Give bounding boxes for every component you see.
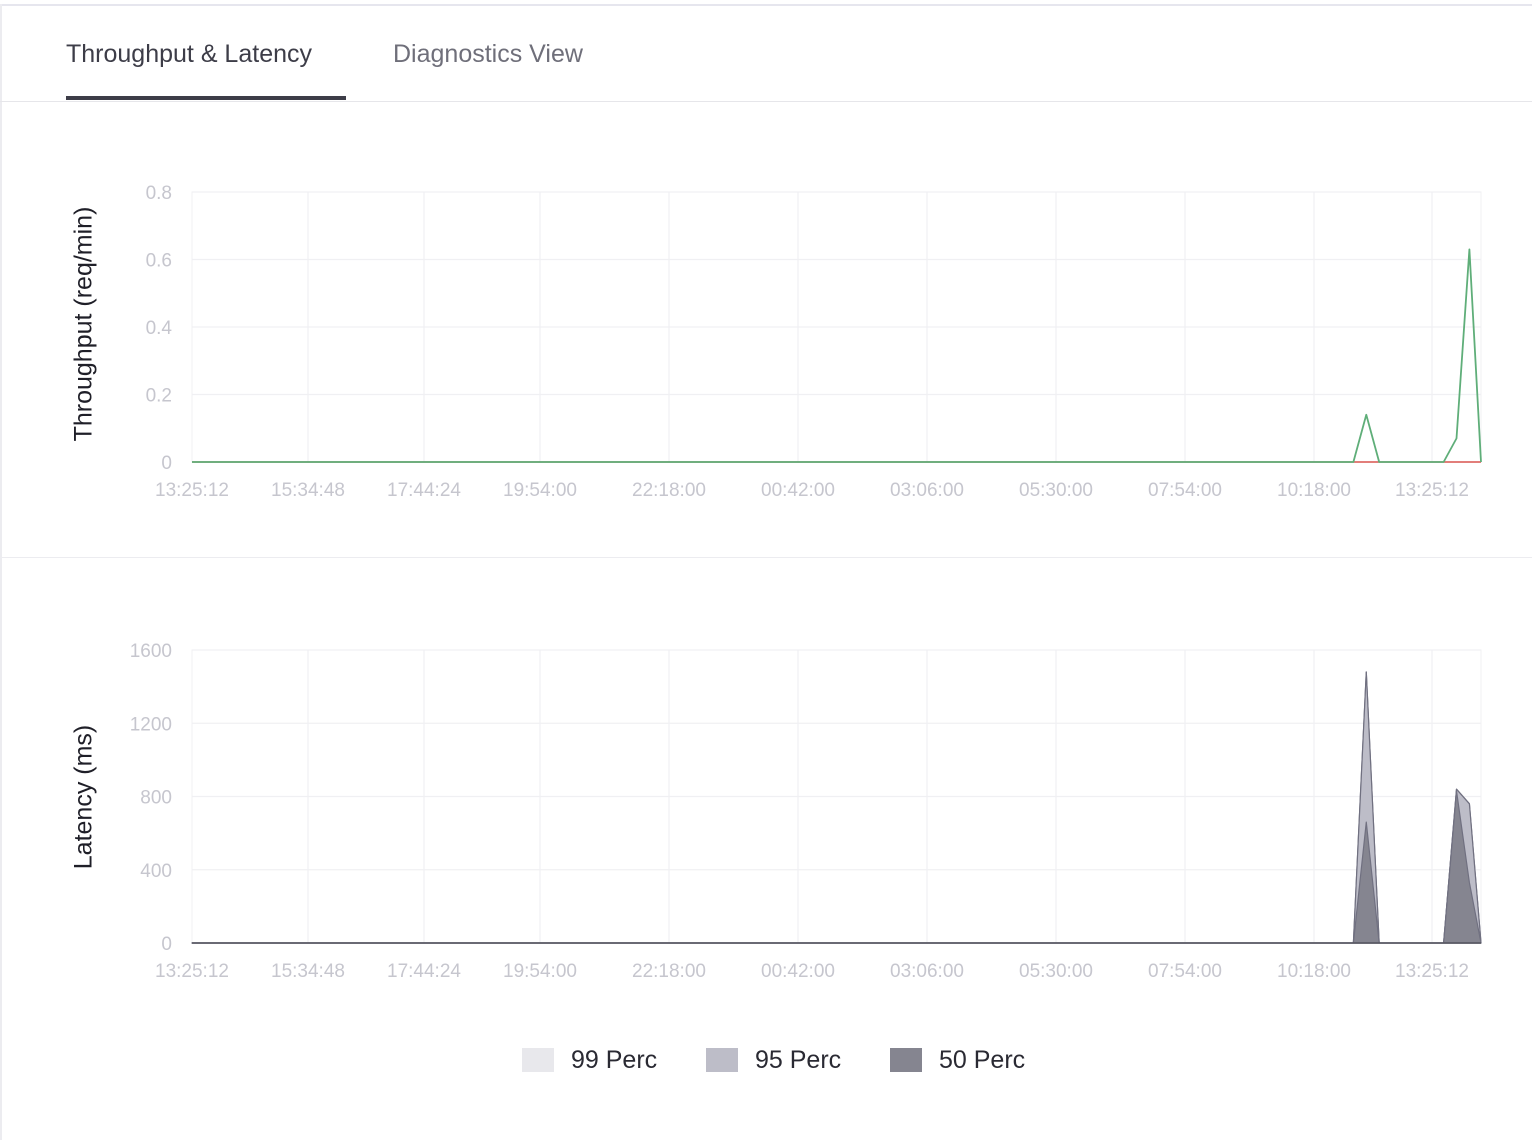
- latency-area-50-perc: [191, 790, 1482, 944]
- latency-chart: 0 400 800 1200 1600 13:25:12 15:34:48 17:44:24 1…: [130, 641, 1482, 982]
- latency-y-tick-label: 400: [140, 861, 172, 882]
- legend-item-95[interactable]: 95 Perc: [706, 1040, 841, 1080]
- latency-y-tick-label: 1200: [130, 714, 172, 735]
- legend-label-50: 50 Perc: [939, 1045, 1026, 1074]
- latency-area-99-perc: [191, 671, 1482, 944]
- latency-x-tick-label: 05:30:00: [1019, 961, 1093, 982]
- latency-x-tick-label: 07:54:00: [1148, 961, 1222, 982]
- latency-x-tick-label: 15:34:48: [271, 961, 345, 982]
- legend-item-99[interactable]: 99 Perc: [522, 1040, 657, 1080]
- latency-y-tick-label: 0: [161, 934, 172, 955]
- legend-item-50[interactable]: 50 Perc: [890, 1040, 1025, 1080]
- latency-x-tick-label: 22:18:00: [632, 961, 706, 982]
- latency-x-tick-label: 00:42:00: [761, 961, 835, 982]
- legend-swatch-95: [706, 1048, 738, 1072]
- legend-label-95: 95 Perc: [755, 1045, 842, 1074]
- latency-y-tick-label: 800: [140, 788, 172, 809]
- latency-x-tick-label: 13:25:12: [155, 961, 229, 982]
- latency-x-tick-label: 19:54:00: [503, 961, 577, 982]
- legend-swatch-99: [522, 1048, 554, 1072]
- latency-y-tick-label: 1600: [130, 641, 172, 662]
- legend-label-99: 99 Perc: [571, 1045, 658, 1074]
- latency-area-95-perc: [191, 671, 1482, 944]
- legend-swatch-50: [890, 1048, 922, 1072]
- latency-x-tick-label: 13:25:12: [1395, 961, 1469, 982]
- latency-x-tick-label: 03:06:00: [890, 961, 964, 982]
- latency-x-tick-label: 17:44:24: [387, 961, 461, 982]
- latency-x-tick-label: 10:18:00: [1277, 961, 1351, 982]
